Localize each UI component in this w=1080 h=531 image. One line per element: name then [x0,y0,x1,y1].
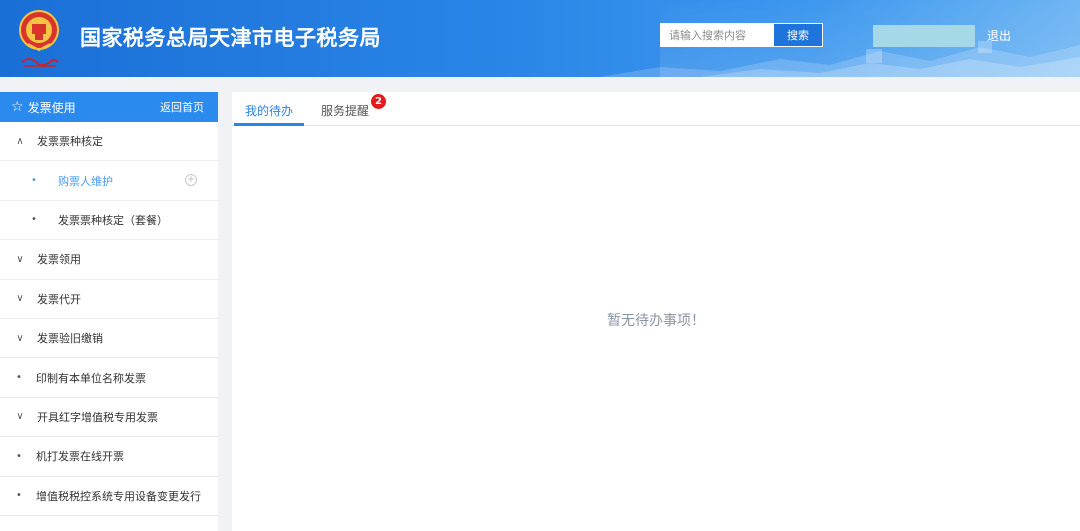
user-name-box[interactable] [873,25,975,47]
bullet-icon: • [16,372,22,384]
logout-link[interactable]: 退出 [987,27,1011,44]
sidebar-header: ☆ 发票使用 返回首页 [0,92,218,122]
tax-emblem-logo [19,10,59,67]
tab-bar: 我的待办 服务提醒 2 [232,92,1080,126]
chevron-down-icon: ∨ [16,411,24,423]
notification-badge: 2 [371,94,386,109]
bullet-icon: • [16,490,22,502]
sidebar-title: 发票使用 [27,100,76,115]
sidebar-item-buyer-maintenance[interactable]: • 购票人维护 + [0,161,218,201]
header-banner: 国家税务总局天津市电子税务局 搜索 退出 [0,0,1080,77]
empty-state-message: 暂无待办事项！ [607,313,705,329]
sidebar-item-invoice-type-package[interactable]: • 发票票种核定（套餐） [0,201,218,241]
sidebar-item-invoice-verification[interactable]: ∨ 发票验旧缴销 [0,319,218,359]
sidebar-item-printed-invoice[interactable]: • 印制有本单位名称发票 [0,358,218,398]
chevron-down-icon: ∨ [16,332,24,344]
site-title: 国家税务总局天津市电子税务局 [80,26,381,50]
sidebar-item-label: 开具红字增值税专用发票 [37,410,158,424]
sidebar-item-tax-control-device[interactable]: • 增值税税控系统专用设备变更发行 [0,477,218,516]
sidebar-item-invoice-type-approval[interactable]: ∧ 发票票种核定 [0,122,218,162]
chevron-down-icon: ∨ [16,253,24,265]
sidebar-item-red-vat-invoice[interactable]: ∨ 开具红字增值税专用发票 [0,398,218,438]
sidebar-item-label: 发票领用 [37,253,81,267]
sidebar-item-label: 发票票种核定 [37,135,103,149]
sidebar-item-label: 购票人维护 [58,174,113,188]
main-panel: 我的待办 服务提醒 2 暂无待办事项！ [232,92,1080,531]
bullet-icon: • [31,214,37,226]
tab-my-todo[interactable]: 我的待办 [245,102,293,119]
sidebar-item-label: 发票验旧缴销 [37,332,103,346]
tab-service-reminder[interactable]: 服务提醒 [321,102,369,119]
sidebar-item-label: 印制有本单位名称发票 [36,371,146,385]
return-home-link[interactable]: 返回首页 [160,99,204,115]
sidebar-item-label: 机打发票在线开票 [36,450,124,464]
sidebar-item-label: 增值税税控系统专用设备变更发行 [36,489,201,503]
sidebar-item-label: 发票票种核定（套餐） [58,213,168,227]
sidebar-item-invoice-proxy[interactable]: ∨ 发票代开 [0,280,218,319]
sidebar-item-online-invoicing[interactable]: • 机打发票在线开票 [0,437,218,477]
search-input[interactable] [661,24,774,46]
sidebar: ☆ 发票使用 返回首页 ∧ 发票票种核定 • 购票人维护 + • 发票票种核定（… [0,92,218,531]
star-icon: ☆ [11,99,24,115]
bullet-icon: • [31,175,37,187]
plus-circle-icon[interactable]: + [185,174,197,187]
active-tab-indicator [234,123,304,126]
search-button[interactable]: 搜索 [774,24,822,46]
chevron-up-icon: ∧ [16,135,24,147]
sidebar-item-invoice-collection[interactable]: ∨ 发票领用 [0,240,218,280]
search-box: 搜索 [660,23,823,47]
chevron-down-icon: ∨ [16,293,24,305]
sidebar-item-label: 发票代开 [37,292,81,306]
bullet-icon: • [16,450,22,462]
